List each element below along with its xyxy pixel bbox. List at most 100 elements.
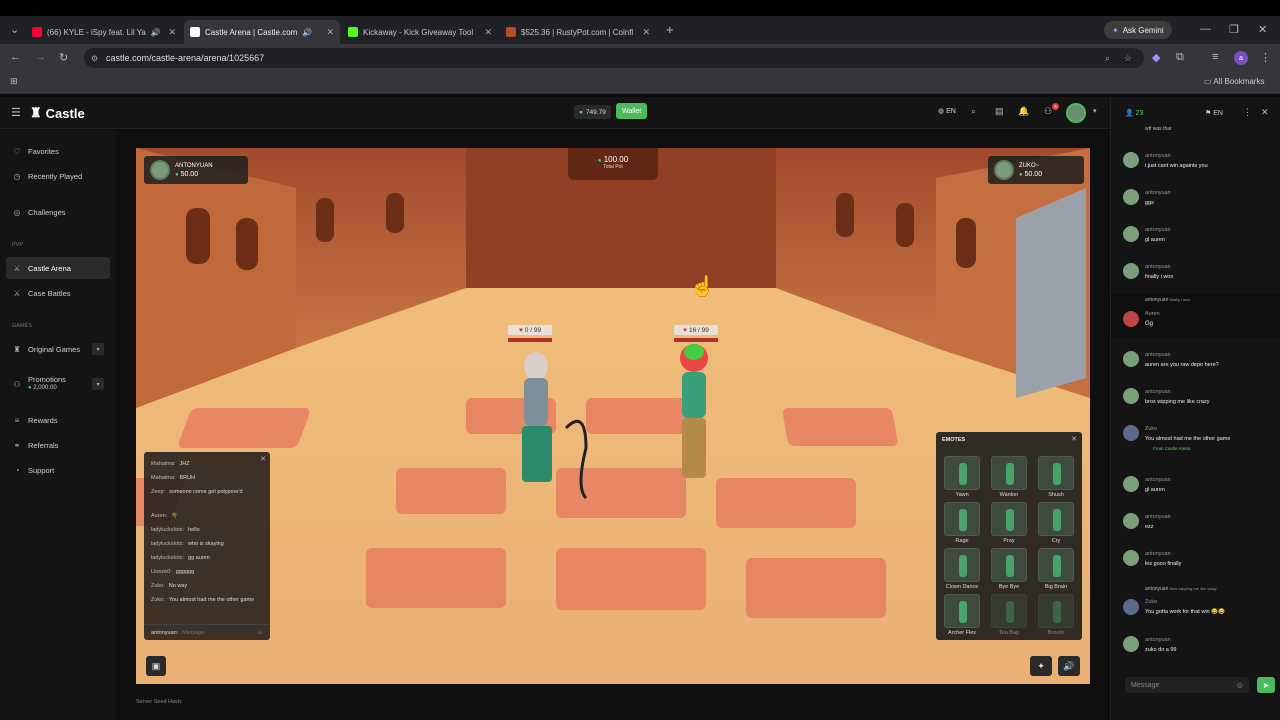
chat-text: You almost had me the other game — [1145, 436, 1231, 442]
chat-message-input[interactable]: Message ☺ — [1125, 677, 1249, 693]
extensions-puzzle-icon[interactable]: ⧉ — [1176, 51, 1184, 64]
chrome-menu-icon[interactable]: ⋮ — [1260, 51, 1271, 64]
sidebar-item-label: Favorites — [28, 146, 59, 156]
tab-search-icon[interactable]: ⌄ — [10, 23, 19, 36]
forward-icon[interactable]: → — [35, 51, 46, 63]
minimize-icon[interactable]: — — [1200, 23, 1211, 35]
sidebar-item-original-games[interactable]: ♜ Original Games ▾ — [6, 338, 110, 360]
back-icon[interactable]: ← — [10, 51, 21, 63]
tab-kickaway[interactable]: Kickaway - Kick Giveaway Tool ✕ — [342, 20, 498, 44]
tab-castle-arena[interactable]: Castle Arena | Castle.com 🔊 ✕ — [184, 20, 340, 44]
emote-broom[interactable] — [1038, 594, 1074, 628]
sidebar-item-support[interactable]: ◔ Support — [6, 459, 110, 481]
close-window-icon[interactable]: ✕ — [1258, 23, 1267, 36]
emote-shush[interactable] — [1038, 456, 1074, 490]
sidebar-item-case-battles[interactable]: ⚔ Case Battles — [6, 282, 110, 304]
emote-bye-bye[interactable] — [991, 548, 1027, 582]
emoji-icon[interactable]: ☺ — [257, 630, 263, 636]
profile-avatar[interactable]: a — [1234, 51, 1248, 65]
close-tab-icon[interactable]: ✕ — [326, 27, 334, 38]
emote-figure — [1053, 555, 1061, 577]
sidebar-item-favorites[interactable]: ♡ Favorites — [6, 140, 110, 162]
emote-clown-dance[interactable] — [944, 548, 980, 582]
send-icon: ➤ — [1262, 680, 1270, 690]
chevron-down-icon[interactable]: ▾ — [92, 378, 104, 390]
ask-gemini-button[interactable]: ✦ Ask Gemini — [1104, 21, 1172, 39]
chat-text: ezz — [1145, 524, 1154, 530]
reply-preview: antonyuan finally i won — [1145, 297, 1190, 303]
flag-icon: ⚑ — [1205, 110, 1212, 117]
emote-archer-flex[interactable] — [944, 594, 980, 628]
sidebar-item-label: Support — [28, 465, 55, 475]
section-heading-pvp: PVP — [12, 242, 24, 248]
emote-big-brain[interactable] — [1038, 548, 1074, 582]
coin-icon: ● — [579, 108, 583, 116]
sidebar-item-recently-played[interactable]: ◷ Recently Played — [6, 165, 110, 187]
url-field[interactable]: ⚙ castle.com/castle-arena/arena/1025667 … — [84, 48, 1144, 68]
emote-wanker[interactable] — [991, 456, 1027, 490]
chat-text: auren are you raw depo here? — [1145, 362, 1219, 368]
sidebar-item-rewards[interactable]: ≡ Rewards — [6, 409, 110, 431]
emote-tea-bag[interactable] — [991, 594, 1027, 628]
chat-avatar — [1123, 513, 1139, 529]
sidebar-item-promotions[interactable]: ⚇ Promotions ● 2,000.00 ▾ — [6, 370, 110, 398]
sound-button[interactable]: 🔊 — [1058, 656, 1080, 676]
balance-value: 749.79 — [585, 108, 606, 116]
chat-avatar — [1123, 189, 1139, 205]
bookmark-star-icon[interactable]: ☆ — [1124, 53, 1132, 64]
chevron-down-icon[interactable]: ▾ — [92, 343, 104, 355]
chat-language-selector[interactable]: ⚑ EN — [1205, 109, 1223, 117]
emote-rage[interactable] — [944, 502, 980, 536]
game-chat-input[interactable]: antonyuan: Message ☺ — [144, 624, 270, 640]
close-chat-icon[interactable]: ✕ — [1261, 107, 1269, 118]
tab-youtube[interactable]: (66) KYLE - iSpy feat. Lil Ya 🔊 ✕ — [26, 20, 182, 44]
extension-icon[interactable]: ◆ — [1152, 51, 1160, 64]
close-tab-icon[interactable]: ✕ — [168, 27, 176, 38]
emoji-icon[interactable]: ☺ — [1236, 681, 1244, 690]
site-info-icon[interactable]: ⚙ — [91, 54, 98, 63]
chat-username: antonyuan — [1145, 551, 1171, 557]
wallet-button[interactable]: Wallet — [616, 103, 648, 119]
balance-display[interactable]: ● 749.79 — [574, 105, 611, 119]
speaker-icon[interactable]: 🔊 — [151, 28, 161, 37]
gift-icon[interactable]: ⚇ — [1044, 106, 1052, 117]
emotes-toggle-button[interactable]: ▣ — [146, 656, 166, 676]
media-icon[interactable]: ≡ — [1212, 51, 1218, 63]
emote-cry[interactable] — [1038, 502, 1074, 536]
dance-button[interactable]: ✦ — [1030, 656, 1052, 676]
close-tab-icon[interactable]: ✕ — [642, 27, 650, 38]
maximize-icon[interactable]: ❐ — [1229, 23, 1239, 36]
chat-username: Zuko — [1145, 426, 1158, 432]
castle-logo[interactable]: ♜ Castle — [30, 105, 85, 121]
close-tab-icon[interactable]: ✕ — [484, 27, 492, 38]
chat-avatar — [1123, 351, 1139, 367]
send-button[interactable]: ➤ — [1257, 677, 1275, 693]
close-icon[interactable]: ✕ — [1071, 435, 1077, 443]
hamburger-menu-icon[interactable]: ☰ — [11, 106, 21, 119]
sidebar-item-castle-arena[interactable]: ⚔ Castle Arena — [6, 257, 110, 279]
search-icon[interactable]: ⌕ — [971, 106, 976, 117]
reply-user: antonyuan — [1145, 297, 1169, 303]
chat-avatar — [1123, 388, 1139, 404]
zoom-icon[interactable]: ⌕ — [1105, 53, 1110, 64]
reload-icon[interactable]: ↻ — [59, 51, 68, 64]
apps-icon[interactable]: ⊞ — [10, 76, 18, 87]
language-selector[interactable]: ◍ EN — [938, 107, 956, 115]
emote-yawn[interactable] — [944, 456, 980, 490]
speaker-icon[interactable]: 🔊 — [302, 28, 312, 37]
more-options-icon[interactable]: ⋮ — [1243, 107, 1252, 118]
chat-avatar — [1123, 263, 1139, 279]
rewards-icon: ≡ — [14, 415, 20, 425]
sidebar-item-challenges[interactable]: ◎ Challenges — [6, 201, 110, 223]
sidebar-item-referrals[interactable]: ⚭ Referrals — [6, 434, 110, 456]
all-bookmarks[interactable]: ▭ All Bookmarks — [1204, 77, 1264, 86]
emote-pray[interactable] — [991, 502, 1027, 536]
heart-icon: ♡ — [13, 146, 21, 156]
new-tab-icon[interactable]: + — [666, 22, 674, 37]
chevron-down-icon[interactable]: ▾ — [1093, 107, 1097, 115]
bell-icon[interactable]: 🔔 — [1018, 106, 1029, 117]
chat-text: Gg — [1145, 321, 1154, 327]
user-avatar[interactable] — [1066, 103, 1086, 123]
tab-rustypot[interactable]: $525.36 | RustyPot.com | Coinfl ✕ — [500, 20, 656, 44]
chat-icon[interactable]: ▤ — [995, 106, 1004, 117]
